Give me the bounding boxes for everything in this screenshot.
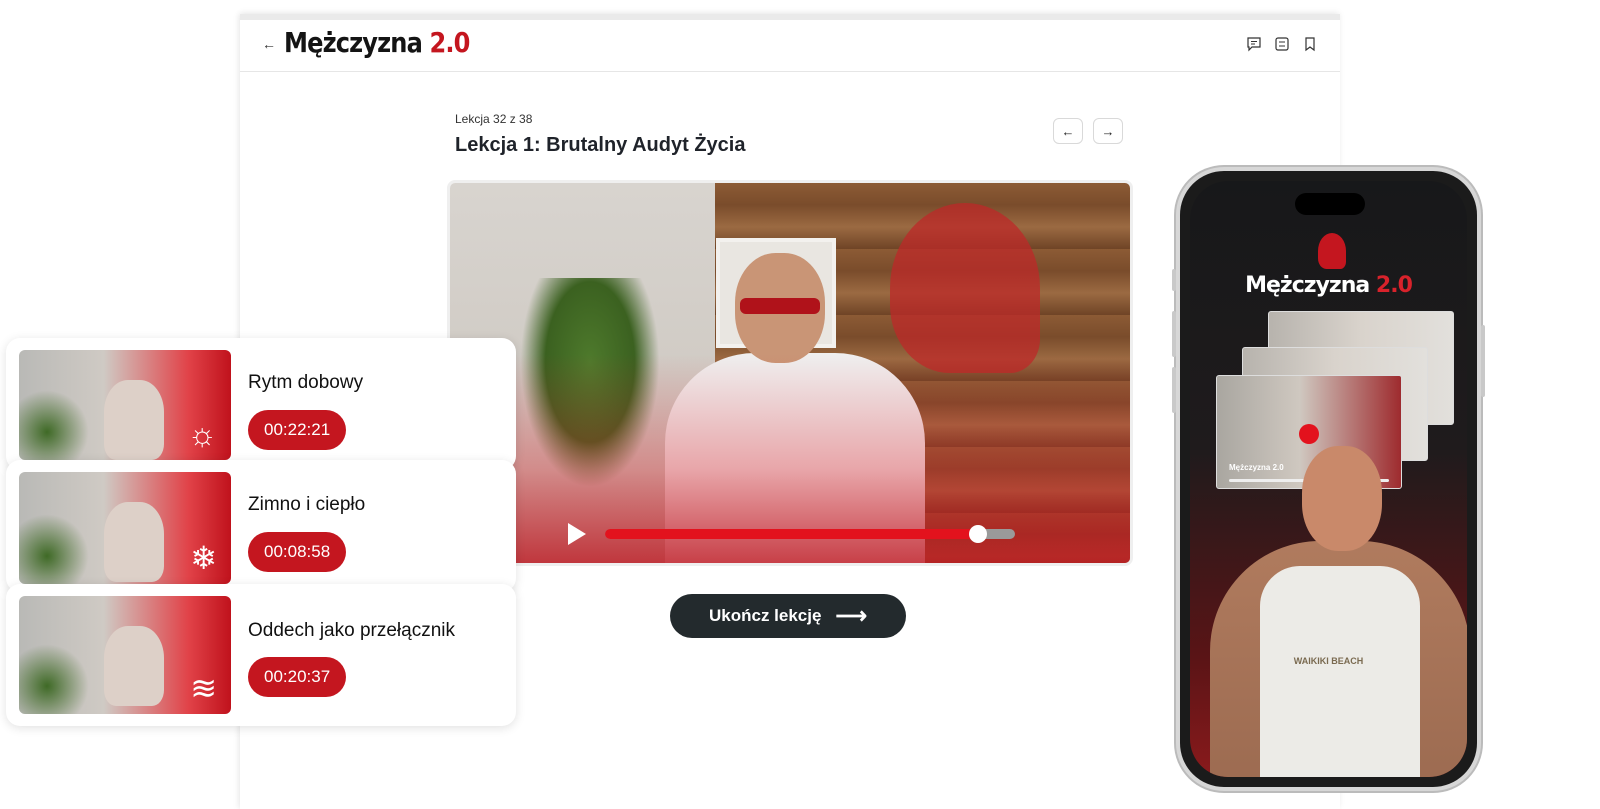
thumbnail-person — [104, 380, 164, 460]
video-progress-bar[interactable] — [605, 525, 1015, 543]
phone-logo-accent: 2.0 — [1375, 273, 1413, 298]
chat-icon[interactable] — [1246, 36, 1262, 52]
wind-icon: ≋ — [190, 670, 217, 706]
snowflake-icon: ❄ — [190, 540, 217, 576]
phone-person-shirt — [1260, 566, 1420, 777]
phone-side-button — [1172, 269, 1176, 291]
lesson-title: Lekcja 1: Brutalny Audyt Życia — [455, 134, 746, 156]
lesson-thumbnail[interactable]: ❄ — [19, 472, 231, 584]
lesson-thumbnail[interactable]: ≋ — [19, 596, 231, 714]
helmet-logo-icon — [1318, 233, 1346, 269]
lesson-card-oddech[interactable]: ≋ Oddech jako przełącznik 00:20:37 — [6, 584, 516, 726]
lesson-thumbnail[interactable]: ☼ — [19, 350, 231, 460]
phone-screen: Mężczyzna 2.0 Mężczyzna 2.0 WAIKIKI BEAC… — [1190, 181, 1467, 777]
thumbnail-plant — [19, 390, 89, 460]
previous-lesson-button[interactable]: ← — [1053, 118, 1083, 144]
video-progress-fill — [605, 529, 979, 539]
arrow-right-icon: ⟶ — [835, 603, 867, 628]
lesson-counter: Lekcja 32 z 38 — [455, 112, 533, 126]
lesson-card-rytm-dobowy[interactable]: ☼ Rytm dobowy 00:22:21 — [6, 338, 516, 470]
phone-power-button — [1481, 325, 1485, 397]
phone-mockup: Mężczyzna 2.0 Mężczyzna 2.0 WAIKIKI BEAC… — [1172, 167, 1485, 791]
next-lesson-button[interactable]: → — [1093, 118, 1123, 144]
phone-logo: Mężczyzna 2.0 — [1190, 273, 1467, 298]
thumbnail-plant — [19, 514, 89, 584]
video-progress-handle[interactable] — [969, 525, 988, 543]
video-player[interactable] — [447, 180, 1133, 566]
top-icons — [1246, 36, 1318, 52]
thumbnail-plant — [19, 644, 89, 714]
helmet-logo-icon — [890, 203, 1040, 373]
phone-dynamic-island — [1295, 193, 1365, 215]
lesson-card-zimno-i-cieplo[interactable]: ❄ Zimno i ciepło 00:08:58 — [6, 460, 516, 592]
logo[interactable]: Mężczyzna 2.0 — [284, 26, 470, 59]
lesson-card-title: Zimno i ciepło — [248, 494, 366, 515]
phone-person-head — [1302, 446, 1382, 551]
finish-lesson-button[interactable]: Ukończ lekcję ⟶ — [670, 594, 906, 638]
sun-icon: ☼ — [187, 416, 217, 452]
logo-main: Mężczyzna — [284, 26, 423, 59]
list-icon[interactable] — [1274, 36, 1290, 52]
play-icon[interactable] — [568, 523, 586, 545]
phone-volume-up — [1172, 311, 1176, 357]
bookmark-icon[interactable] — [1302, 36, 1318, 52]
duration-badge: 00:08:58 — [248, 532, 347, 572]
phone-volume-down — [1172, 367, 1176, 413]
video-person-glasses — [740, 298, 820, 314]
duration-badge: 00:20:37 — [248, 657, 347, 697]
play-icon[interactable] — [1299, 424, 1319, 444]
phone-logo-main: Mężczyzna — [1245, 273, 1370, 298]
duration-badge: 00:22:21 — [248, 410, 347, 450]
thumbnail-person — [104, 502, 164, 582]
thumbnail-person — [104, 626, 164, 706]
lesson-card-title: Oddech jako przełącznik — [248, 620, 455, 641]
top-bar: ← Mężczyzna 2.0 — [240, 20, 1340, 72]
phone-shirt-text: WAIKIKI BEACH — [1293, 656, 1364, 666]
finish-lesson-label: Ukończ lekcję — [709, 606, 822, 625]
lesson-card-title: Rytm dobowy — [248, 372, 364, 393]
mini-card-title: Mężczyzna 2.0 — [1229, 463, 1284, 472]
logo-accent: 2.0 — [429, 26, 470, 59]
app-stage: ← Mężczyzna 2.0 Lekcja 32 z 38 Lekcja 1:… — [0, 0, 1600, 809]
arrow-left-icon[interactable]: ← — [262, 36, 276, 52]
